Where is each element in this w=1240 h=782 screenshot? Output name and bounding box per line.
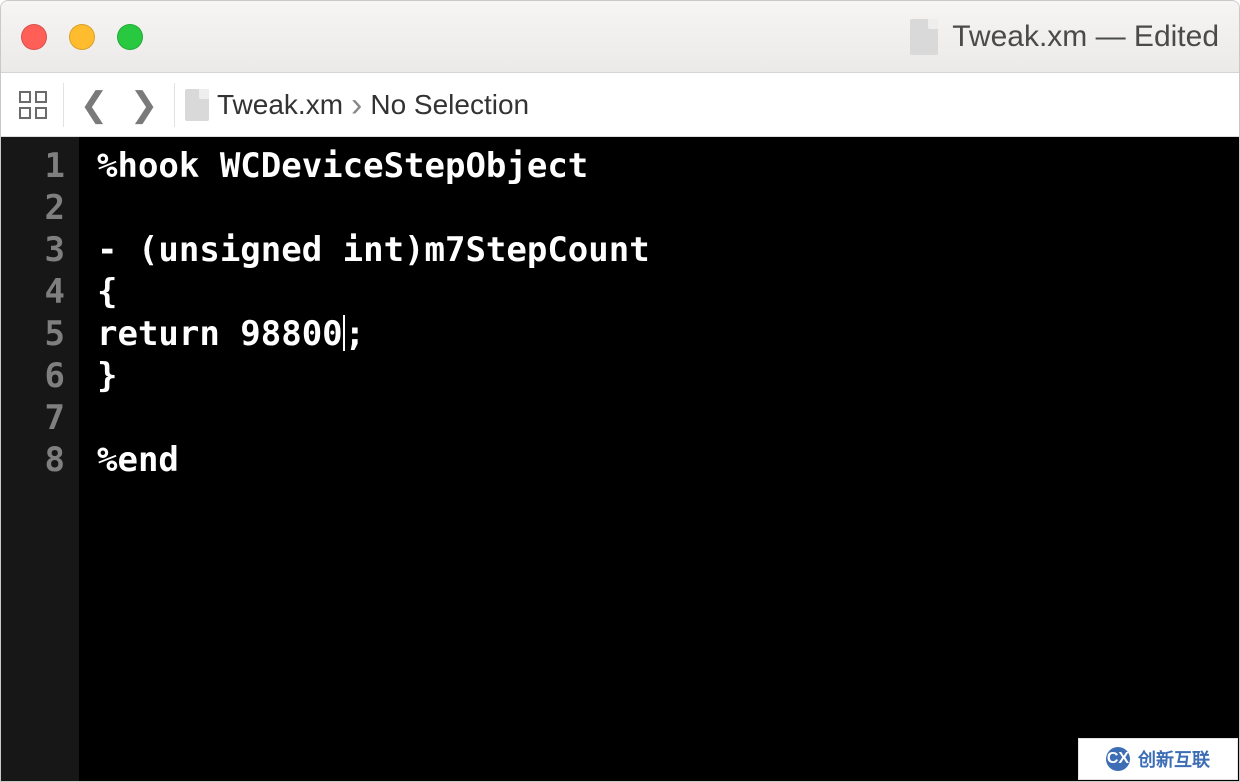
text-cursor	[343, 315, 345, 351]
code-line[interactable]	[97, 187, 1239, 229]
code-area[interactable]: %hook WCDeviceStepObject - (unsigned int)…	[79, 137, 1239, 781]
line-number: 1	[1, 145, 65, 187]
document-icon	[185, 89, 209, 121]
window-controls	[21, 24, 143, 50]
forward-button[interactable]: ❯	[124, 85, 164, 125]
line-number: 6	[1, 355, 65, 397]
document-icon	[910, 19, 938, 55]
related-items-button[interactable]	[13, 85, 53, 125]
minimize-window-button[interactable]	[69, 24, 95, 50]
chevron-left-icon: ❮	[80, 88, 109, 122]
watermark-text: 创新互联	[1138, 746, 1210, 772]
toolbar-separator	[174, 83, 175, 127]
back-button[interactable]: ❮	[74, 85, 114, 125]
line-number: 8	[1, 439, 65, 481]
code-line[interactable]	[97, 397, 1239, 439]
code-line[interactable]: }	[97, 355, 1239, 397]
close-window-button[interactable]	[21, 24, 47, 50]
code-line[interactable]: return 98800;	[97, 313, 1239, 355]
window-title-text: Tweak.xm — Edited	[952, 20, 1219, 54]
code-editor[interactable]: 12345678 %hook WCDeviceStepObject - (unsi…	[1, 137, 1239, 781]
chevron-right-icon: ›	[351, 88, 362, 122]
line-number: 3	[1, 229, 65, 271]
code-line[interactable]: %end	[97, 439, 1239, 481]
line-number-gutter: 12345678	[1, 137, 79, 781]
zoom-window-button[interactable]	[117, 24, 143, 50]
code-line[interactable]: - (unsigned int)m7StepCount	[97, 229, 1239, 271]
code-line[interactable]: {	[97, 271, 1239, 313]
title-bar: Tweak.xm — Edited	[1, 1, 1239, 73]
xcode-window: Tweak.xm — Edited ❮ ❯ Tweak.xm › No Sele…	[0, 0, 1240, 782]
watermark-icon: CX	[1106, 747, 1130, 771]
window-title: Tweak.xm — Edited	[910, 1, 1219, 72]
breadcrumb-selection: No Selection	[370, 89, 529, 121]
line-number: 7	[1, 397, 65, 439]
grid-icon	[19, 91, 47, 119]
code-line[interactable]: %hook WCDeviceStepObject	[97, 145, 1239, 187]
breadcrumb-file: Tweak.xm	[217, 89, 343, 121]
watermark: CX 创新互联	[1078, 738, 1238, 780]
line-number: 4	[1, 271, 65, 313]
line-number: 5	[1, 313, 65, 355]
jump-bar: ❮ ❯ Tweak.xm › No Selection	[1, 73, 1239, 137]
toolbar-separator	[63, 83, 64, 127]
breadcrumb[interactable]: Tweak.xm › No Selection	[185, 88, 529, 122]
line-number: 2	[1, 187, 65, 229]
chevron-right-icon: ❯	[130, 88, 159, 122]
